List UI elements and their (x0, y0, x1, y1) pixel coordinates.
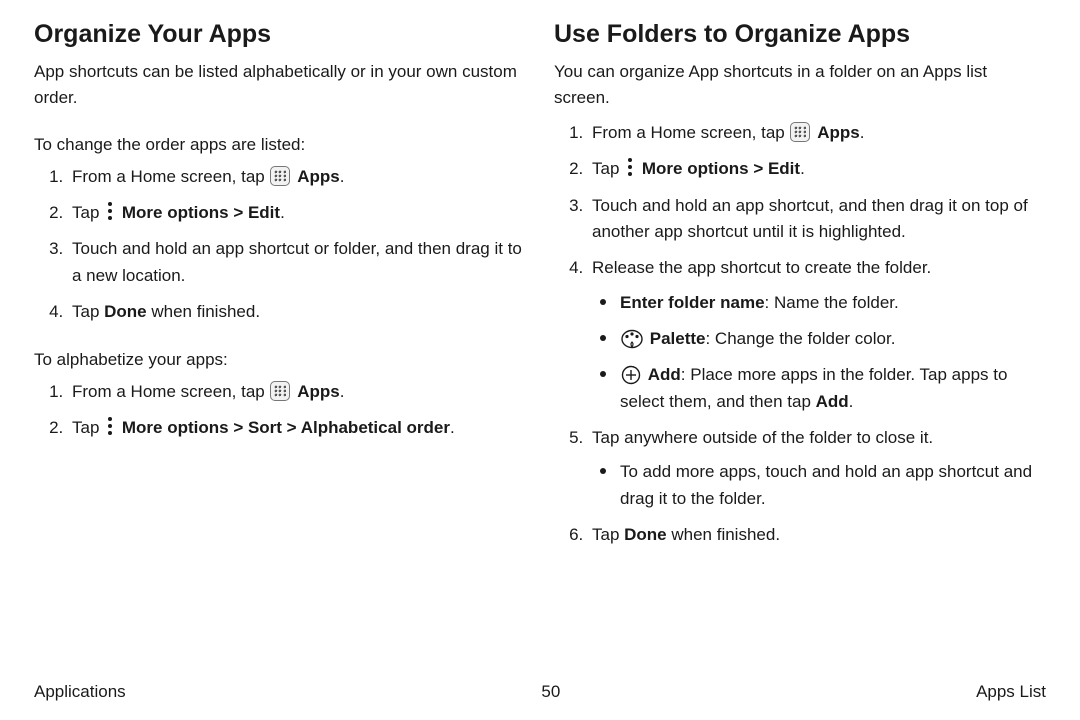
list-item: Tap More options > Edit. (68, 200, 526, 226)
step-text: Tap (72, 418, 104, 437)
palette-icon (621, 329, 643, 349)
list-item: Touch and hold an app shortcut or folder… (68, 236, 526, 289)
page-footer: Applications 50 Apps List (34, 682, 1046, 702)
more-options-label: More options > Edit (122, 203, 280, 222)
step-text: From a Home screen, tap (592, 123, 789, 142)
list-item: Palette: Change the folder color. (604, 326, 1046, 352)
right-lead: You can organize App shortcuts in a fold… (554, 59, 1046, 110)
step-text: Tap (592, 525, 624, 544)
step-text: Tap (72, 302, 104, 321)
list-item: Enter folder name: Name the folder. (604, 290, 1046, 316)
list-item: Add: Place more apps in the folder. Tap … (604, 362, 1046, 415)
step-text: . (800, 159, 805, 178)
add-label: Add (816, 392, 849, 411)
list-item: From a Home screen, tap Apps. (588, 120, 1046, 146)
more-options-icon (105, 416, 115, 436)
list-item: Release the app shortcut to create the f… (588, 255, 1046, 415)
step-text: when finished. (667, 525, 780, 544)
left-steps-2: From a Home screen, tap Apps. Tap More o… (34, 379, 526, 442)
step-text: . (280, 203, 285, 222)
footer-left: Applications (34, 682, 126, 702)
list-item: Tap Done when finished. (68, 299, 526, 325)
more-options-icon (625, 157, 635, 177)
step-text: when finished. (147, 302, 260, 321)
apps-icon (270, 166, 290, 186)
add-icon (621, 365, 641, 385)
sublist: To add more apps, touch and hold an app … (592, 459, 1046, 512)
palette-label: Palette (650, 329, 706, 348)
step-text: . (860, 123, 865, 142)
more-options-label: More options > Sort > Alphabetical order (122, 418, 450, 437)
apps-label: Apps (297, 167, 340, 186)
sublist: Enter folder name: Name the folder. Pale… (592, 290, 1046, 415)
more-options-label: More options > Edit (642, 159, 800, 178)
right-heading: Use Folders to Organize Apps (554, 20, 1046, 49)
step-text: From a Home screen, tap (72, 382, 269, 401)
list-item: To add more apps, touch and hold an app … (604, 459, 1046, 512)
step-text: : Change the folder color. (705, 329, 895, 348)
list-item: Tap anywhere outside of the folder to cl… (588, 425, 1046, 512)
list-item: Tap Done when finished. (588, 522, 1046, 548)
step-text: . (340, 382, 345, 401)
step-text: Tap (592, 159, 624, 178)
step-text: . (450, 418, 455, 437)
apps-label: Apps (817, 123, 860, 142)
left-sub2: To alphabetize your apps: (34, 347, 526, 373)
apps-icon (790, 122, 810, 142)
enter-folder-name-label: Enter folder name (620, 293, 765, 312)
left-sub1: To change the order apps are listed: (34, 132, 526, 158)
left-lead: App shortcuts can be listed alphabetical… (34, 59, 526, 110)
done-label: Done (624, 525, 667, 544)
step-text: . (849, 392, 854, 411)
add-label: Add (648, 365, 681, 384)
apps-label: Apps (297, 382, 340, 401)
left-column: Organize Your Apps App shortcuts can be … (34, 20, 526, 668)
apps-icon (270, 381, 290, 401)
list-item: Tap More options > Edit. (588, 156, 1046, 182)
step-text: From a Home screen, tap (72, 167, 269, 186)
list-item: Touch and hold an app shortcut, and then… (588, 193, 1046, 246)
right-steps: From a Home screen, tap Apps. Tap More o… (554, 120, 1046, 548)
step-text: Tap anywhere outside of the folder to cl… (592, 428, 933, 447)
list-item: From a Home screen, tap Apps. (68, 164, 526, 190)
list-item: Tap More options > Sort > Alphabetical o… (68, 415, 526, 441)
left-steps-1: From a Home screen, tap Apps. Tap More o… (34, 164, 526, 326)
right-column: Use Folders to Organize Apps You can org… (554, 20, 1046, 668)
step-text: Release the app shortcut to create the f… (592, 258, 931, 277)
left-heading: Organize Your Apps (34, 20, 526, 49)
content-columns: Organize Your Apps App shortcuts can be … (34, 20, 1046, 668)
step-text: Tap (72, 203, 104, 222)
more-options-icon (105, 201, 115, 221)
step-text: : Name the folder. (765, 293, 899, 312)
page-number: 50 (541, 682, 560, 702)
step-text: . (340, 167, 345, 186)
footer-right: Apps List (976, 682, 1046, 702)
done-label: Done (104, 302, 147, 321)
list-item: From a Home screen, tap Apps. (68, 379, 526, 405)
